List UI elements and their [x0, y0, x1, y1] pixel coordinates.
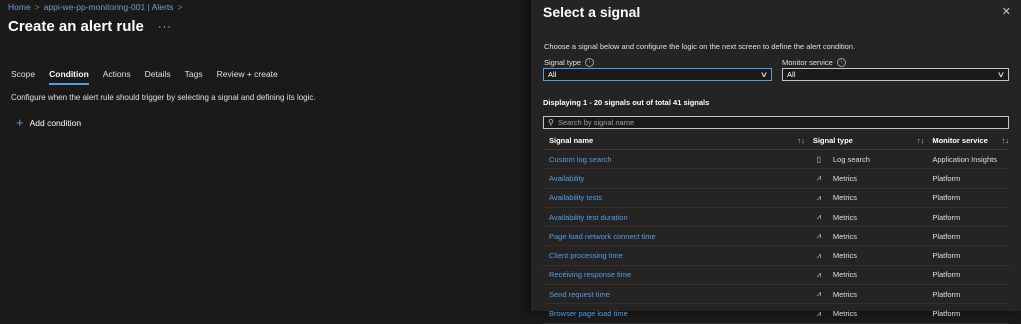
add-condition-label: Add condition [29, 118, 82, 128]
column-signal-name[interactable]: Signal name ↑↓ [543, 136, 811, 145]
monitor-service-text: Platform [932, 173, 961, 183]
tab-review-create[interactable]: Review + create [217, 69, 278, 85]
more-options-icon[interactable]: ··· [158, 21, 172, 33]
add-condition-button[interactable]: + Add condition [16, 115, 82, 130]
signal-type-text: Metrics [832, 173, 858, 183]
signal-type-text: Metrics [832, 289, 858, 299]
breadcrumb-home[interactable]: Home [8, 2, 31, 12]
breadcrumb-resource[interactable]: appi-we-pp-monitoring-001 | Alerts [44, 2, 174, 12]
breadcrumb: Home > appi-we-pp-monitoring-001 | Alert… [8, 2, 182, 12]
signal-name-link[interactable]: Send request time [549, 290, 610, 299]
signal-name-link[interactable]: Browser page load time [549, 309, 628, 318]
sort-icon[interactable]: ↑↓ [1002, 136, 1010, 145]
table-row[interactable]: Availability tests ⩘ Metrics Platform [543, 189, 1009, 208]
signal-type-text: Metrics [832, 231, 858, 241]
metrics-icon: ⩘ [816, 212, 822, 222]
info-icon[interactable]: i [585, 58, 595, 67]
close-icon[interactable]: ✕ [1002, 5, 1011, 18]
tab-details[interactable]: Details [145, 69, 171, 85]
tab-tags[interactable]: Tags [185, 69, 203, 85]
monitor-service-text: Platform [932, 270, 961, 280]
metrics-icon: ⩘ [816, 231, 822, 241]
sort-icon[interactable]: ↑↓ [917, 136, 925, 145]
signal-type-text: Metrics [832, 251, 858, 261]
table-row[interactable]: Receiving response time ⩘ Metrics Platfor… [543, 266, 1009, 286]
monitor-service-text: Application Insights [932, 154, 997, 164]
signal-type-dropdown[interactable]: All ∨ [543, 68, 772, 81]
plus-icon: + [16, 115, 24, 130]
signal-type-label: Signal type [544, 58, 582, 67]
select-signal-panel: Select a signal ✕ Choose a signal below … [531, 0, 1021, 324]
signals-table: Signal name ↑↓ Signal type ↑↓ Monitor se… [543, 132, 1009, 324]
signal-type-label-row: Signal type i [544, 58, 595, 67]
alert-rule-page: Home > appi-we-pp-monitoring-001 | Alert… [0, 0, 531, 311]
page-title: Create an alert rule [8, 18, 144, 35]
column-label: Monitor service [932, 136, 988, 145]
table-row[interactable]: Availability test duration ⩘ Metrics Plat… [543, 208, 1009, 228]
condition-description: Configure when the alert rule should tri… [11, 93, 316, 102]
table-row[interactable]: Page load network connect time ⩘ Metrics … [543, 227, 1009, 247]
results-count: Displaying 1 - 20 signals out of total 4… [543, 98, 710, 107]
table-row[interactable]: Browser page load time ⩘ Metrics Platform [543, 304, 1009, 324]
signal-name-link[interactable]: Availability [549, 174, 584, 183]
metrics-icon: ⩘ [816, 308, 822, 318]
signal-name-link[interactable]: Client processing time [549, 251, 623, 260]
monitor-service-text: Platform [932, 212, 961, 222]
signal-search-box[interactable]: ⚲ [543, 116, 1009, 129]
info-icon[interactable]: i [836, 58, 846, 67]
breadcrumb-separator: > [34, 2, 40, 12]
monitor-service-dropdown[interactable]: All ∨ [782, 68, 1009, 81]
metrics-icon: ⩘ [816, 173, 822, 183]
signal-type-text: Metrics [832, 193, 858, 203]
metrics-icon: ⩘ [816, 289, 822, 299]
table-row[interactable]: Custom log search ▯ Log search Applicatio… [543, 150, 1009, 170]
monitor-service-label: Monitor service [782, 58, 833, 67]
monitor-service-text: Platform [932, 289, 961, 299]
breadcrumb-separator: > [177, 2, 183, 12]
tab-scope[interactable]: Scope [11, 69, 35, 85]
signal-type-text: Log search [832, 154, 870, 164]
tab-actions[interactable]: Actions [103, 69, 131, 85]
sort-icon[interactable]: ↑↓ [797, 136, 805, 145]
signal-name-link[interactable]: Availability tests [549, 193, 602, 202]
table-row[interactable]: Send request time ⩘ Metrics Platform [543, 285, 1009, 305]
monitor-service-text: Platform [932, 231, 961, 241]
metrics-icon: ⩘ [816, 269, 822, 279]
signal-name-link[interactable]: Availability test duration [549, 213, 628, 222]
panel-intro: Choose a signal below and configure the … [544, 42, 856, 51]
signal-type-text: Metrics [832, 212, 858, 222]
signal-name-link[interactable]: Page load network connect time [549, 232, 656, 241]
column-signal-type[interactable]: Signal type ↑↓ [811, 136, 931, 145]
signal-name-link[interactable]: Receiving response time [549, 270, 631, 279]
signal-name-link[interactable]: Custom log search [549, 155, 612, 164]
panel-title: Select a signal [543, 4, 641, 20]
signal-type-value: All [548, 70, 557, 79]
search-icon: ⚲ [548, 118, 554, 127]
signal-type-text: Metrics [832, 270, 858, 280]
column-label: Signal type [812, 136, 853, 145]
chevron-down-icon: ∨ [759, 70, 769, 79]
column-label: Signal name [549, 136, 594, 145]
signal-search-input[interactable] [557, 118, 1004, 127]
column-monitor-service[interactable]: Monitor service ↑↓ [930, 136, 1009, 145]
tab-bar: Scope Condition Actions Details Tags Rev… [11, 69, 278, 85]
monitor-service-text: Platform [932, 251, 961, 261]
tab-condition[interactable]: Condition [49, 69, 89, 85]
table-row[interactable]: Availability ⩘ Metrics Platform [543, 169, 1009, 189]
table-header: Signal name ↑↓ Signal type ↑↓ Monitor se… [543, 132, 1009, 150]
chevron-down-icon: ∨ [996, 70, 1006, 79]
monitor-service-text: Platform [932, 309, 961, 319]
table-row[interactable]: Client processing time ⩘ Metrics Platform [543, 246, 1009, 266]
monitor-service-text: Platform [932, 193, 961, 203]
metrics-icon: ⩘ [816, 192, 822, 202]
monitor-service-value: All [787, 70, 796, 79]
signal-type-text: Metrics [832, 309, 858, 319]
log-search-icon: ▯ [816, 154, 822, 164]
metrics-icon: ⩘ [816, 250, 822, 260]
monitor-service-label-row: Monitor service i [782, 58, 846, 67]
